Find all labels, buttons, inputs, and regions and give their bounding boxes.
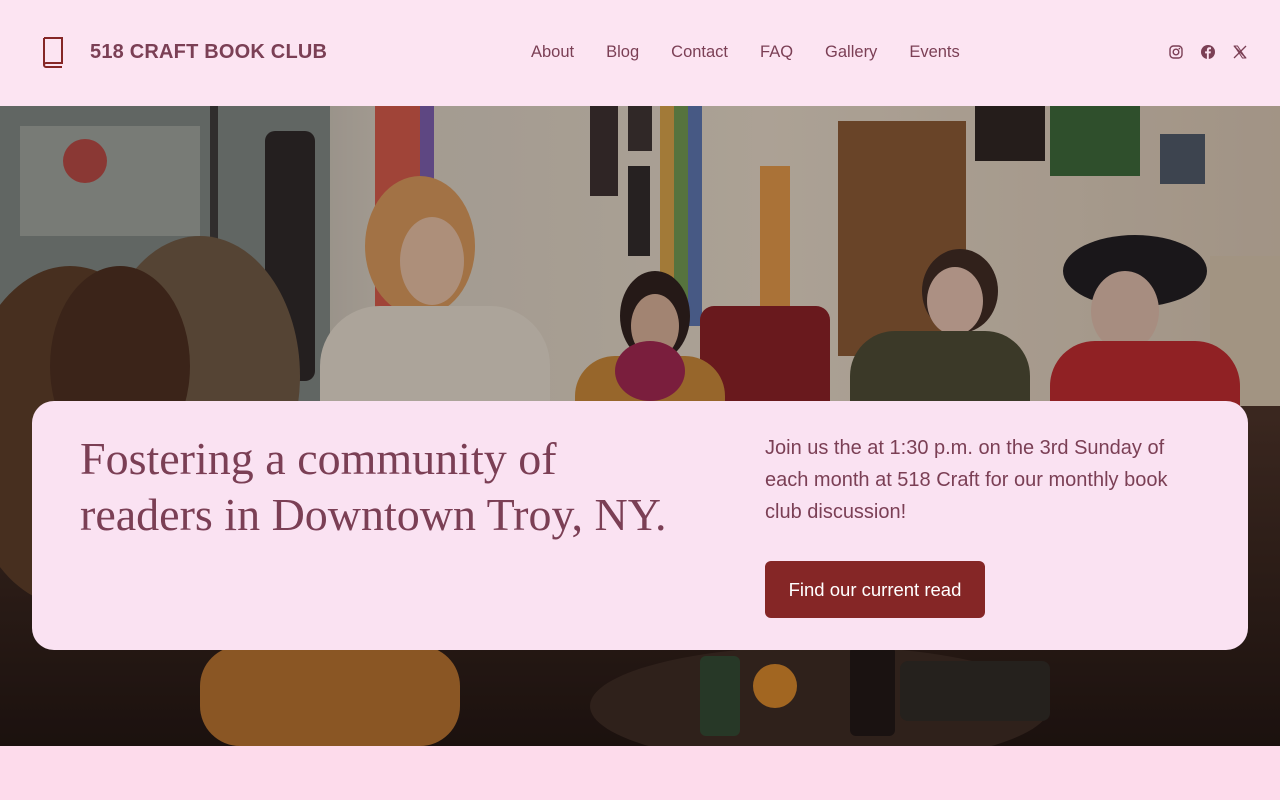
instagram-icon bbox=[1169, 45, 1183, 59]
hero-heading: Fostering a community of readers in Down… bbox=[80, 433, 667, 540]
nav-link-events[interactable]: Events bbox=[893, 42, 975, 62]
facebook-link[interactable] bbox=[1200, 44, 1216, 60]
instagram-link[interactable] bbox=[1168, 44, 1184, 60]
page-content-below bbox=[0, 746, 1280, 800]
nav-link-contact[interactable]: Contact bbox=[655, 42, 744, 62]
site-header: 518 CRAFT BOOK CLUB About Blog Contact F… bbox=[0, 0, 1280, 106]
facebook-icon bbox=[1201, 45, 1215, 59]
main-nav: About Blog Contact FAQ Gallery Events bbox=[515, 42, 976, 62]
x-icon bbox=[1233, 45, 1247, 59]
social-links bbox=[1168, 44, 1248, 60]
book-icon bbox=[43, 37, 63, 68]
x-link[interactable] bbox=[1232, 44, 1248, 60]
find-current-read-button[interactable]: Find our current read bbox=[765, 561, 985, 618]
hero-card: Fostering a community of readers in Down… bbox=[32, 401, 1248, 650]
nav-link-faq[interactable]: FAQ bbox=[744, 42, 809, 62]
hero-description: Join us the at 1:30 p.m. on the 3rd Sund… bbox=[765, 437, 1168, 523]
nav-link-about[interactable]: About bbox=[515, 42, 590, 62]
brand-link[interactable]: 518 CRAFT BOOK CLUB bbox=[40, 36, 327, 68]
site-name: 518 CRAFT BOOK CLUB bbox=[90, 40, 328, 63]
nav-link-blog[interactable]: Blog bbox=[590, 42, 655, 62]
nav-link-gallery[interactable]: Gallery bbox=[809, 42, 893, 62]
hero-section: Fostering a community of readers in Down… bbox=[0, 106, 1280, 746]
